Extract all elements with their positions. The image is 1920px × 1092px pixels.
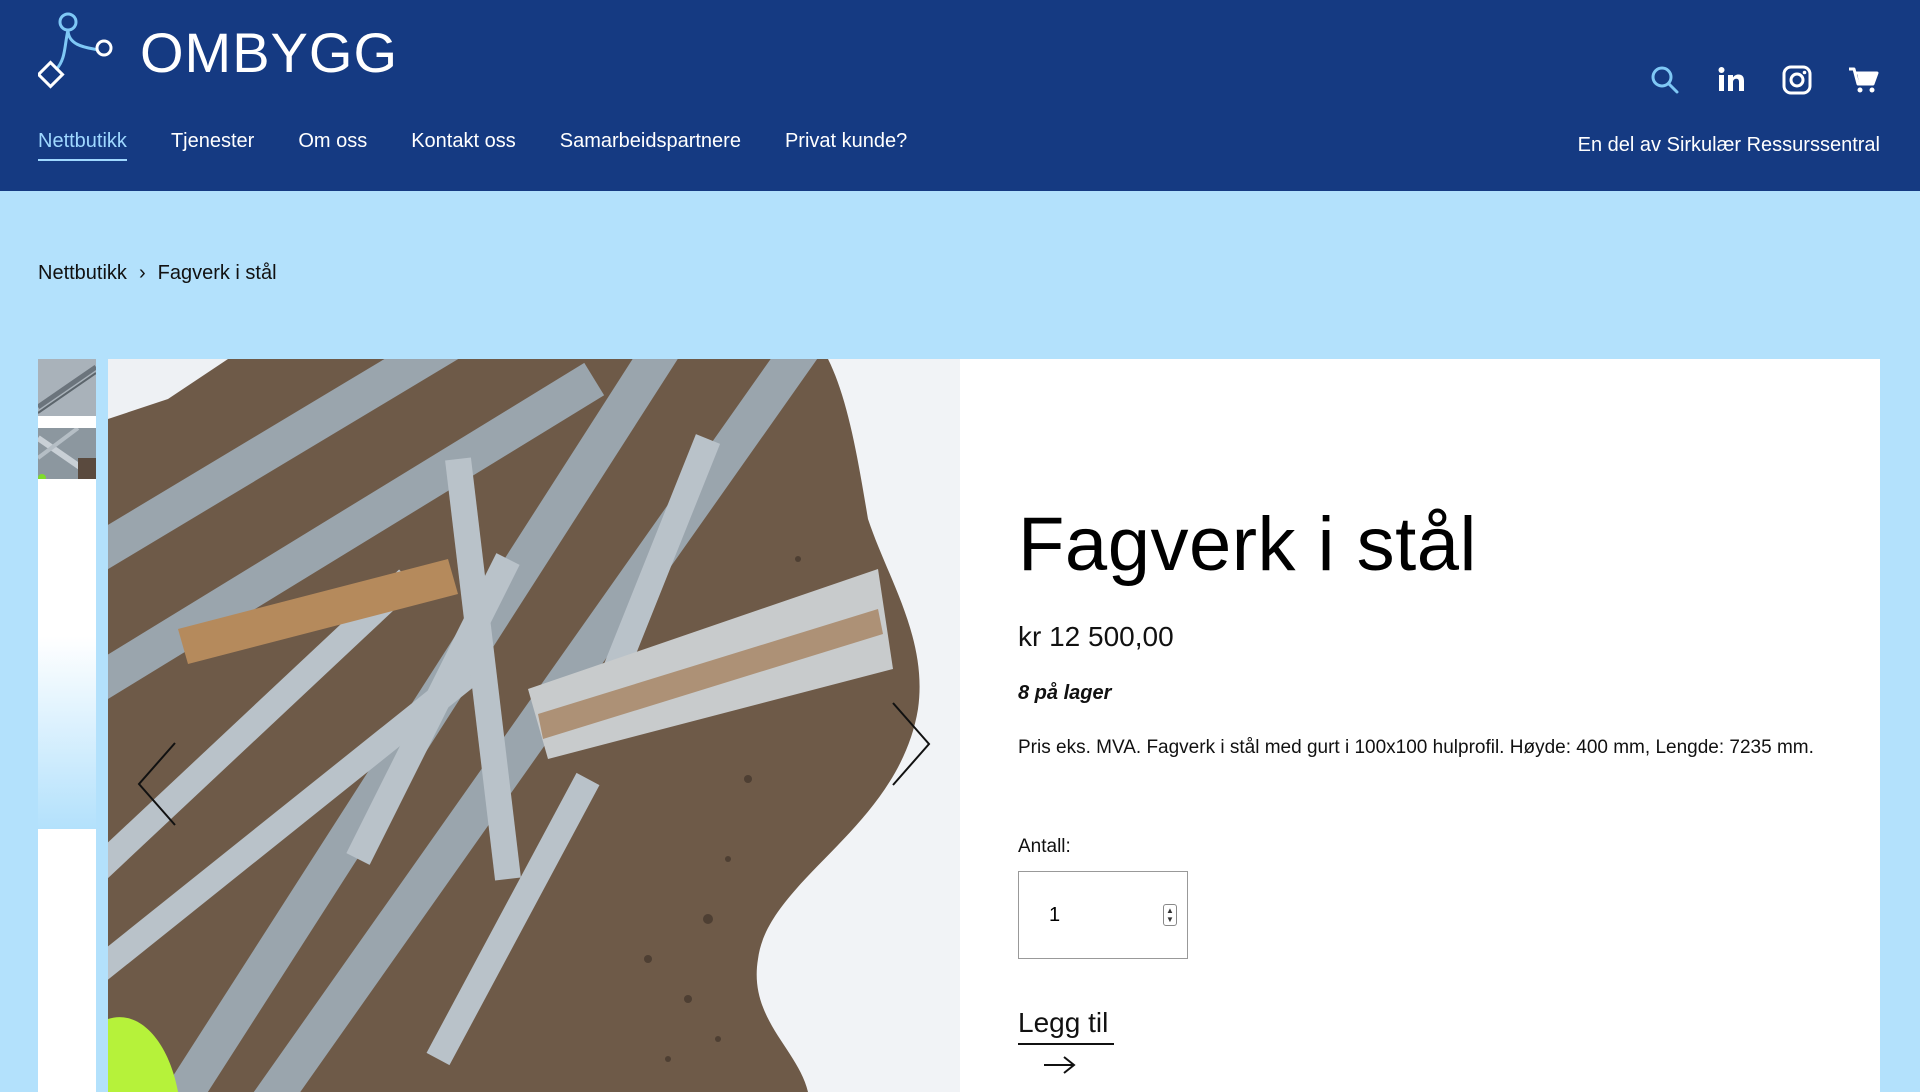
nav-item-kontakt-oss[interactable]: Kontakt oss	[411, 130, 516, 161]
quantity-label: Antall:	[1018, 836, 1071, 857]
search-icon[interactable]	[1646, 61, 1684, 99]
product-photo	[108, 359, 960, 1092]
thumbnail-1[interactable]	[38, 359, 96, 416]
main-nav: Nettbutikk Tjenester Om oss Kontakt oss …	[38, 130, 907, 161]
thumbnail-strip	[38, 359, 96, 1092]
chevron-right-icon	[892, 702, 931, 786]
breadcrumb: Nettbutikk › Fagverk i stål	[38, 262, 277, 285]
cart-icon[interactable]	[1844, 61, 1882, 99]
gallery-next-button[interactable]	[880, 699, 940, 789]
nav-item-samarbeidspartnere[interactable]: Samarbeidspartnere	[560, 130, 741, 161]
product-title: Fagverk i stål	[1018, 502, 1477, 587]
product-info-panel: Fagverk i stål kr 12 500,00 8 på lager P…	[960, 359, 1880, 1092]
stock-status: 8 på lager	[1018, 682, 1112, 704]
gallery-prev-button[interactable]	[128, 739, 188, 829]
instagram-icon[interactable]	[1778, 61, 1816, 99]
quantity-input[interactable]	[1049, 903, 1159, 927]
product-price: kr 12 500,00	[1018, 621, 1174, 652]
breadcrumb-link-nettbutikk[interactable]: Nettbutikk	[38, 262, 127, 285]
chevron-left-icon	[137, 742, 176, 826]
product-description: Pris eks. MVA. Fagverk i stål med gurt i…	[1018, 737, 1814, 758]
partner-link[interactable]: En del av Sirkulær Ressurssentral	[1578, 134, 1880, 157]
breadcrumb-separator: ›	[138, 262, 146, 284]
nav-item-privat-kunde[interactable]: Privat kunde?	[785, 130, 907, 161]
quantity-stepper[interactable]: ▲ ▼	[1163, 904, 1177, 926]
header-actions	[1646, 60, 1882, 100]
thumbnail-fade	[38, 479, 96, 829]
nav-item-tjenester[interactable]: Tjenester	[171, 130, 254, 161]
linkedin-icon[interactable]	[1712, 61, 1750, 99]
add-to-cart-button[interactable]: Legg til	[1018, 1007, 1114, 1075]
arrow-right-icon	[1044, 1056, 1076, 1074]
site-header: OMBYGG Nettbutikk Tjenester Om oss Konta…	[0, 0, 1920, 191]
breadcrumb-current: Fagverk i stål	[157, 262, 277, 284]
logo[interactable]: OMBYGG	[38, 8, 398, 96]
thumbnail-2[interactable]	[38, 428, 96, 485]
quantity-field: ▲ ▼	[1018, 871, 1188, 959]
product-image	[108, 359, 960, 1092]
stepper-up-icon[interactable]: ▲	[1166, 906, 1174, 915]
nav-item-nettbutikk[interactable]: Nettbutikk	[38, 130, 127, 161]
add-to-cart-label: Legg til	[1018, 1007, 1114, 1045]
stepper-down-icon[interactable]: ▼	[1166, 915, 1174, 924]
nav-item-om-oss[interactable]: Om oss	[298, 130, 367, 161]
logo-text: OMBYGG	[140, 20, 399, 84]
logo-mark-icon	[38, 12, 113, 89]
